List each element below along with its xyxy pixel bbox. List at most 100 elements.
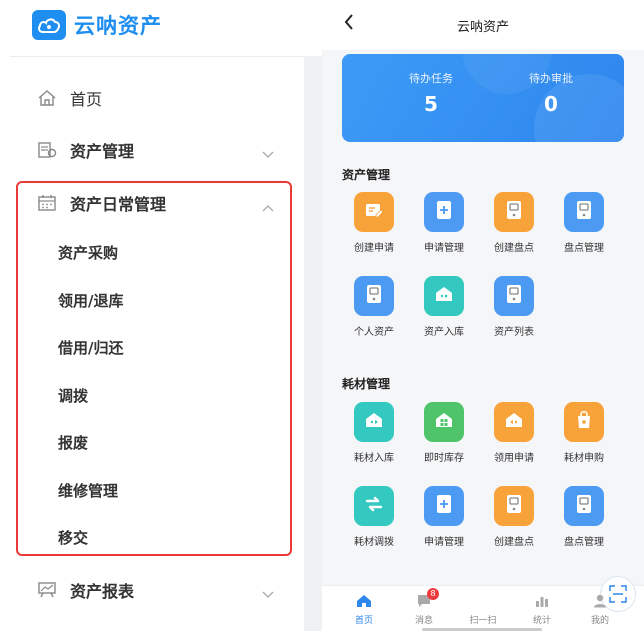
tile	[424, 192, 464, 232]
inventory-icon	[575, 494, 593, 518]
sidebar-item-label: 首页	[70, 90, 103, 109]
sidebar-subitem-scrap[interactable]: 报废	[58, 432, 88, 453]
section-title-asset-management: 资产管理	[342, 168, 391, 182]
home-icon	[339, 592, 389, 610]
sidebar-subitem-borrow-return[interactable]: 借用/归还	[58, 337, 123, 358]
tile	[564, 192, 604, 232]
tab-statistics[interactable]: 统计	[517, 592, 567, 626]
chevron-up-icon	[262, 197, 274, 216]
grid-item-label: 盘点管理	[564, 537, 604, 548]
cloud-logo-icon	[32, 10, 66, 40]
app-logo[interactable]: 云呐资产	[32, 8, 162, 42]
tab-label: 我的	[590, 616, 609, 626]
grid-item-label: 创建申请	[354, 243, 394, 254]
grid-item-doc-plus[interactable]: 申请管理	[409, 486, 479, 548]
tile	[494, 276, 534, 316]
stat-label: 待办审批	[529, 72, 573, 85]
grid-item-inventory[interactable]: 个人资产	[339, 276, 409, 338]
grid-item-inventory[interactable]: 创建盘点	[479, 192, 549, 254]
calendar-icon	[36, 192, 58, 214]
sidebar-item-daily-asset-management[interactable]: 资产日常管理	[36, 189, 276, 217]
sidebar-item-asset-management[interactable]: 资产管理	[36, 136, 276, 164]
sidebar-item-label: 资产日常管理	[70, 195, 167, 214]
inventory-icon	[505, 494, 523, 518]
tile	[494, 486, 534, 526]
purchase-bag-icon	[575, 410, 593, 434]
sidebar-subitem-handover[interactable]: 移交	[58, 527, 88, 548]
transfer-icon	[364, 495, 384, 517]
tab-home[interactable]: 首页	[339, 592, 389, 626]
tile	[564, 402, 604, 442]
grid-item-label: 耗材入库	[354, 453, 394, 464]
grid-item-warehouse-in[interactable]: 耗材入库	[339, 402, 409, 464]
tab-spacer	[458, 592, 508, 610]
tab-mine[interactable]: 我的	[575, 592, 625, 626]
stat-pending-approvals[interactable]: 待办审批 0	[496, 70, 606, 116]
grid-item-label: 资产列表	[494, 327, 534, 338]
grid-item-warehouse-in[interactable]: 资产入库	[409, 276, 479, 338]
grid-item-transfer[interactable]: 耗材调拨	[339, 486, 409, 548]
tab-label: 消息	[414, 616, 433, 626]
report-icon	[36, 579, 58, 601]
sidebar-item-home[interactable]: 首页	[36, 84, 276, 112]
tab-messages[interactable]: 8 消息	[399, 588, 449, 626]
asset-icon	[36, 139, 58, 161]
inventory-icon	[365, 284, 383, 308]
message-badge: 8	[427, 588, 439, 600]
sidebar-subitem-maintenance[interactable]: 维修管理	[58, 480, 118, 501]
sidebar-panel: 云呐资产 首页 资产管理 资产日常管理 资产采购 领用/退库 借用/归还 调拨 …	[0, 0, 304, 631]
tile	[424, 486, 464, 526]
stat-pending-tasks[interactable]: 待办任务 5	[376, 70, 486, 116]
grid-item-purchase-bag[interactable]: 耗材申购	[549, 402, 619, 464]
chevron-down-icon	[262, 584, 274, 603]
grid-item-inventory[interactable]: 资产列表	[479, 276, 549, 338]
home-icon	[36, 87, 58, 109]
user-icon	[575, 592, 625, 610]
grid-item-doc-edit[interactable]: 创建申请	[339, 192, 409, 254]
warehouse-out-icon	[504, 411, 524, 433]
grid-item-label: 创建盘点	[494, 243, 534, 254]
sidebar-item-asset-report[interactable]: 资产报表	[36, 576, 276, 604]
mobile-screen: 云呐资产 待办任务 5 待办审批 0 资产管理 创建申请 申请管理 创建盘点 盘点管理…	[322, 0, 644, 631]
doc-plus-icon	[435, 200, 453, 224]
stat-value: 5	[424, 92, 438, 116]
tile	[354, 192, 394, 232]
grid-item-inventory[interactable]: 创建盘点	[479, 486, 549, 548]
grid-item-warehouse-grid[interactable]: 即时库存	[409, 402, 479, 464]
grid-item-label: 即时库存	[424, 453, 464, 464]
grid-item-label: 创建盘点	[494, 537, 534, 548]
tile	[354, 402, 394, 442]
warehouse-in-icon	[434, 285, 454, 307]
grid-item-label: 申请管理	[424, 243, 464, 254]
inventory-icon	[505, 200, 523, 224]
sidebar-subitem-purchase[interactable]: 资产采购	[58, 242, 118, 263]
grid-item-label: 领用申请	[494, 453, 534, 464]
tile	[424, 276, 464, 316]
tab-scan[interactable]: 扫一扫	[458, 576, 636, 626]
grid-item-label: 盘点管理	[564, 243, 604, 254]
tile	[494, 402, 534, 442]
tile	[424, 402, 464, 442]
tile	[354, 486, 394, 526]
grid-item-doc-plus[interactable]: 申请管理	[409, 192, 479, 254]
page-title: 云呐资产	[456, 20, 509, 35]
inventory-icon	[505, 284, 523, 308]
grid-item-warehouse-out[interactable]: 领用申请	[479, 402, 549, 464]
sidebar-item-label: 资产管理	[70, 142, 135, 161]
grid-item-label: 申请管理	[424, 537, 464, 548]
sidebar-subitem-receive-return[interactable]: 领用/退库	[58, 290, 123, 311]
app-name: 云呐资产	[74, 14, 162, 38]
grid-item-label: 资产入库	[424, 327, 464, 338]
chart-icon	[517, 592, 567, 610]
grid-item-inventory[interactable]: 盘点管理	[549, 192, 619, 254]
stat-value: 0	[544, 92, 558, 116]
tile	[494, 192, 534, 232]
grid-item-inventory[interactable]: 盘点管理	[549, 486, 619, 548]
header-divider	[10, 56, 304, 57]
grid-item-label: 个人资产	[354, 327, 394, 338]
sidebar-subitem-transfer[interactable]: 调拨	[58, 385, 88, 406]
mobile-header: 云呐资产	[322, 0, 644, 50]
chevron-down-icon	[262, 144, 274, 163]
doc-edit-icon	[364, 201, 384, 223]
inventory-icon	[575, 200, 593, 224]
